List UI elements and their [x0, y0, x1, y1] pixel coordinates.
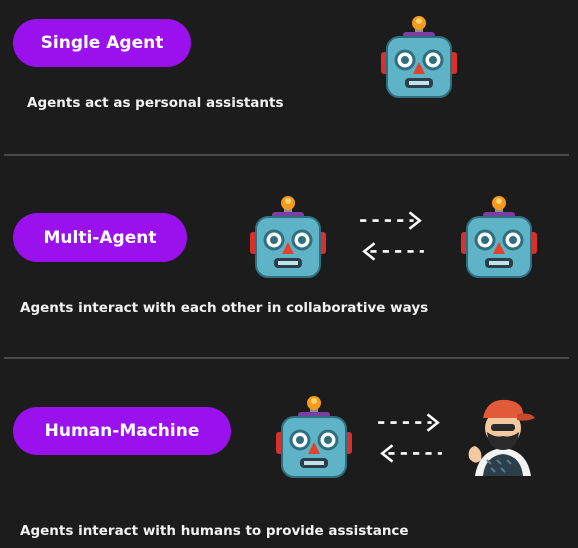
- person-icon: [468, 399, 535, 476]
- section-divider: [4, 154, 569, 156]
- robot-icon: [378, 12, 460, 102]
- multi-agent-description: Agents interact with each other in colla…: [20, 300, 429, 316]
- robot-icon: [247, 192, 329, 282]
- single-agent-description: Agents act as personal assistants: [27, 95, 284, 111]
- robot-icon: [273, 392, 355, 482]
- exchange-arrows-icon: [356, 200, 428, 272]
- multi-agent-pill: Multi-Agent: [13, 213, 187, 262]
- human-machine-pill: Human-Machine: [13, 407, 231, 455]
- exchange-arrows-icon: [374, 402, 446, 474]
- robot-icon: [458, 192, 540, 282]
- section-divider: [4, 357, 569, 359]
- single-agent-pill: Single Agent: [13, 19, 191, 67]
- human-machine-description: Agents interact with humans to provide a…: [20, 523, 409, 539]
